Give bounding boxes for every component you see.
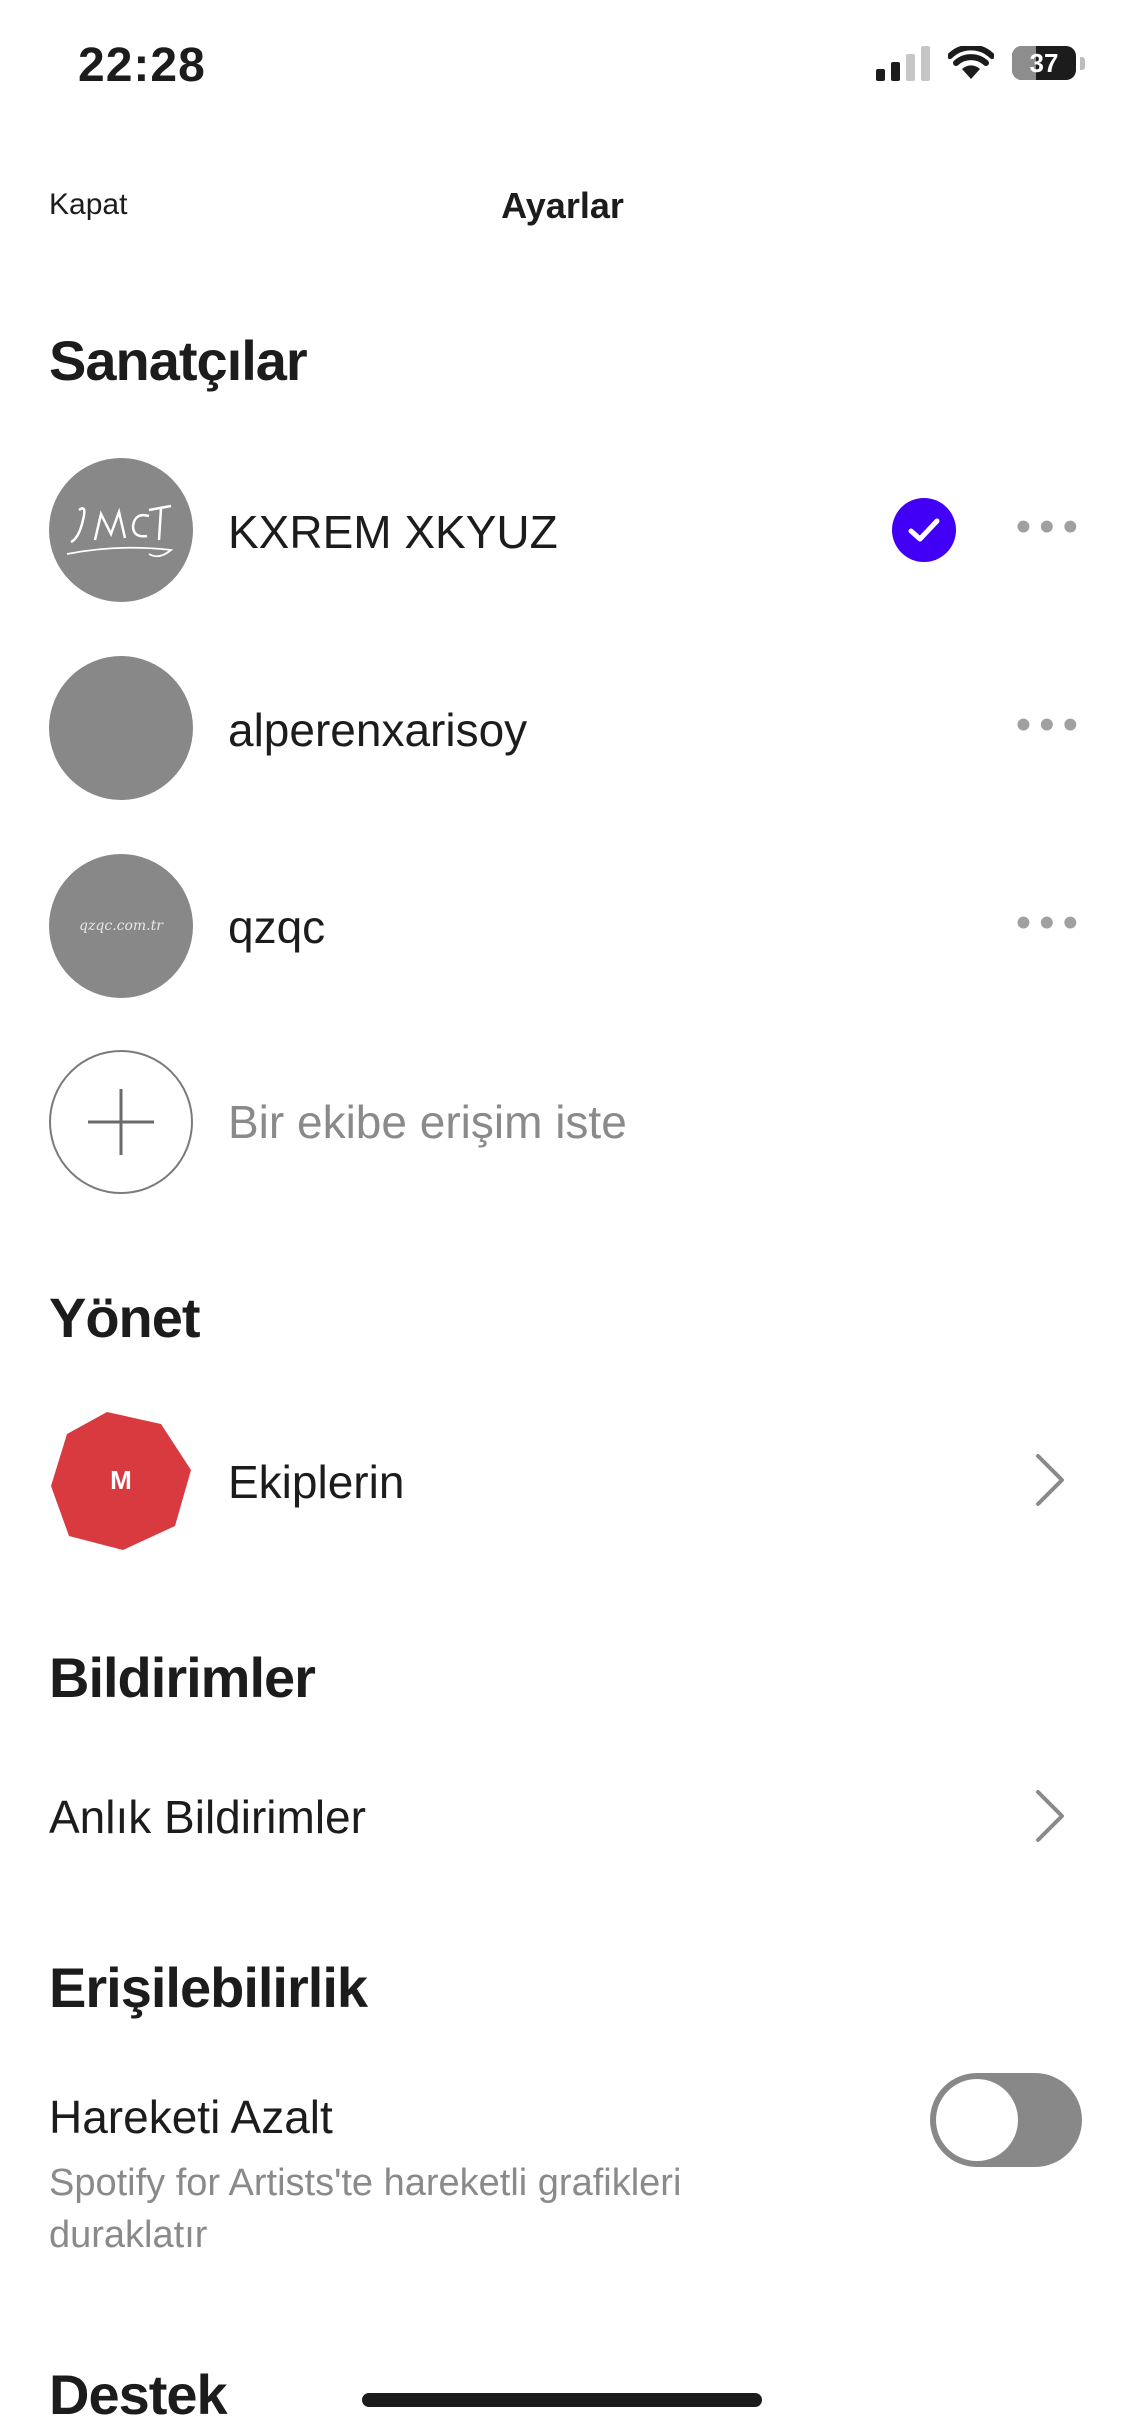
artist-avatar[interactable]: qzqc.com.tr (49, 854, 193, 998)
selected-check-icon (892, 498, 956, 562)
teams-row-label[interactable]: Ekiplerin (228, 1455, 404, 1509)
status-time: 22:28 (78, 39, 206, 92)
section-title-manage: Yönet (49, 1286, 201, 1349)
section-title-artists: Sanatçılar (49, 329, 308, 392)
artist-avatar-text: qzqc.com.tr (79, 918, 163, 934)
push-notifications-row[interactable]: Anlık Bildirimler (49, 1790, 366, 1844)
artist-name[interactable]: KXREM XKYUZ (228, 505, 558, 559)
status-icons: 37 (876, 45, 1085, 81)
section-title-support: Destek (49, 2363, 228, 2426)
team-avatar-initial: M (110, 1464, 132, 1495)
page-title: Ayarlar (501, 185, 624, 226)
artist-avatar[interactable] (49, 458, 193, 602)
section-title-notifications: Bildirimler (49, 1646, 316, 1709)
battery-level: 37 (1029, 48, 1059, 78)
battery-cap (1080, 56, 1085, 70)
reduce-motion-label: Hareketi Azalt (49, 2091, 333, 2143)
reduce-motion-toggle[interactable] (930, 2073, 1082, 2167)
battery-icon: 37 (1012, 46, 1076, 80)
add-icon[interactable] (49, 1050, 193, 1194)
artist-avatar[interactable] (49, 656, 193, 800)
chevron-right-icon[interactable] (1030, 1452, 1070, 1508)
chevron-right-icon[interactable] (1030, 1788, 1070, 1844)
cellular-signal-icon (876, 45, 930, 81)
reduce-motion-description: Spotify for Artists'te hareketli grafikl… (49, 2162, 682, 2256)
wifi-icon (948, 46, 994, 79)
home-indicator[interactable] (362, 2393, 762, 2407)
section-title-accessibility: Erişilebilirlik (49, 1956, 368, 2019)
more-options-icon[interactable]: ••• (1016, 898, 1086, 948)
more-options-icon[interactable]: ••• (1016, 700, 1086, 750)
team-avatar: M (49, 1408, 193, 1552)
request-team-access-link[interactable]: Bir ekibe erişim iste (228, 1095, 627, 1149)
artist-name[interactable]: alperenxarisoy (228, 703, 527, 757)
artist-name[interactable]: qzqc (228, 900, 325, 954)
artist-logo-image (66, 504, 174, 558)
more-options-icon[interactable]: ••• (1016, 502, 1086, 552)
toggle-knob (936, 2079, 1018, 2161)
